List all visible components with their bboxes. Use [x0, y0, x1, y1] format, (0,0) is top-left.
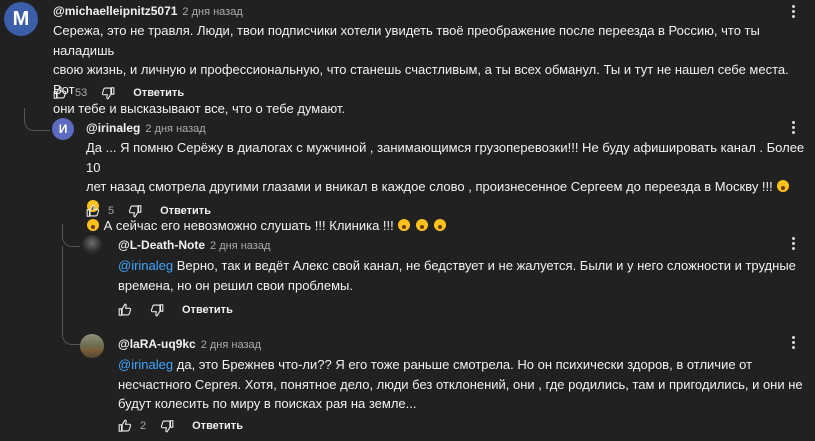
astonished-face-emoji	[416, 219, 429, 231]
thumbs-up-icon[interactable]	[118, 419, 132, 433]
avatar[interactable]	[82, 235, 102, 255]
avatar[interactable]: M	[4, 2, 38, 36]
reply-button[interactable]: Ответить	[192, 420, 243, 432]
avatar[interactable]	[80, 334, 104, 358]
reply-button[interactable]: Ответить	[133, 87, 184, 99]
comment-author[interactable]: @L-Death-Note 2 дня назад	[118, 238, 270, 252]
more-vertical-icon[interactable]	[788, 5, 798, 18]
comment-line: будут колесить по миру в поисках рая на …	[118, 396, 417, 411]
astonished-face-emoji	[777, 180, 790, 192]
comment-actions: 5 Ответить	[86, 204, 211, 218]
more-vertical-icon[interactable]	[788, 237, 798, 250]
comment-line: Сережа, это не травля. Люди, твои подпис…	[53, 23, 760, 58]
thumbs-up-icon[interactable]	[86, 204, 100, 218]
mention-link[interactable]: @irinaleg	[118, 258, 173, 273]
comment-text: Да ... Я помню Серёжу в диалогах с мужчи…	[86, 138, 806, 236]
comment-text: @irinaleg да, это Брежнев что-ли?? Я его…	[118, 355, 808, 414]
like-count: 5	[108, 205, 115, 217]
thumbs-down-icon[interactable]	[160, 419, 174, 433]
comment-time[interactable]: 2 дня назад	[210, 240, 270, 252]
comment-actions: 2 Ответить	[118, 419, 243, 433]
astonished-face-emoji	[87, 219, 99, 231]
reply-button[interactable]: Ответить	[182, 304, 233, 316]
thumbs-up-icon[interactable]	[118, 303, 132, 317]
comment-line: несчастного Сергея. Хотя, понятное дело,…	[118, 376, 803, 392]
thread-connector	[62, 224, 80, 247]
avatar[interactable]: И	[52, 118, 74, 140]
more-vertical-icon[interactable]	[788, 121, 798, 134]
comment-actions: 53 Ответить	[53, 86, 184, 100]
thread-connector	[24, 108, 50, 131]
comment-line: @irinaleg да, это Брежнев что-ли?? Я его…	[118, 357, 753, 372]
comment-line-with-emoji: А сейчас его невозможно слушать !!! Клин…	[86, 216, 806, 236]
comment-time[interactable]: 2 дня назад	[145, 123, 205, 135]
mention-link[interactable]: @irinaleg	[118, 357, 173, 372]
like-count: 2	[140, 420, 147, 432]
comment-time[interactable]: 2 дня назад	[201, 339, 261, 351]
thumbs-down-icon[interactable]	[150, 303, 164, 317]
more-vertical-icon[interactable]	[788, 336, 798, 349]
astonished-face-emoji	[398, 219, 411, 231]
comment-line: они тебе и высказывают все, что о тебе д…	[53, 101, 346, 116]
thumbs-down-icon[interactable]	[101, 86, 115, 100]
astonished-face-emoji	[433, 219, 446, 231]
comment-text: Сережа, это не травля. Люди, твои подпис…	[53, 21, 803, 119]
comment-author[interactable]: @irinaleg 2 дня назад	[86, 121, 206, 135]
like-count: 53	[75, 87, 88, 99]
thread-connector	[62, 246, 80, 345]
thumbs-up-icon[interactable]	[53, 86, 67, 100]
comment-author[interactable]: @michaelleipnitz5071 2 дня назад	[53, 4, 243, 18]
comment-actions: Ответить	[118, 303, 233, 317]
thumbs-down-icon[interactable]	[128, 204, 142, 218]
comment-author[interactable]: @laRA-uq9kc 2 дня назад	[118, 337, 261, 351]
comment-line: времена, но он решил свои проблемы.	[118, 277, 353, 293]
comment-line: @irinaleg Верно, так и ведёт Алекс свой …	[118, 258, 796, 273]
reply-button[interactable]: Ответить	[160, 205, 211, 217]
comment-text: @irinaleg Верно, так и ведёт Алекс свой …	[118, 256, 808, 295]
comment-time[interactable]: 2 дня назад	[182, 6, 242, 18]
comment-line: Да ... Я помню Серёжу в диалогах с мужчи…	[86, 140, 805, 175]
